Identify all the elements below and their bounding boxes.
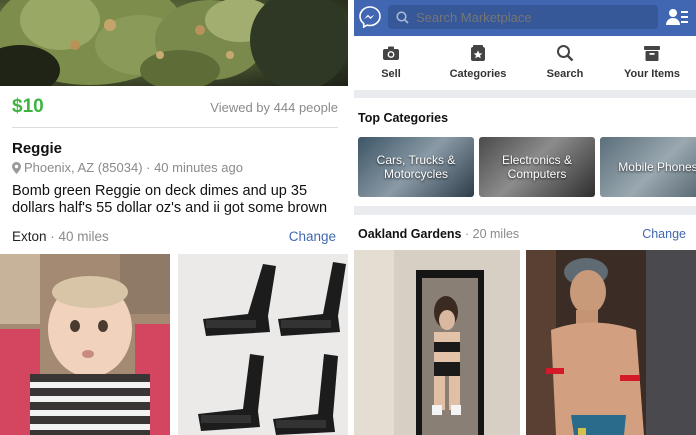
- listing-price: $10: [12, 96, 44, 117]
- nearby-location: Exton · 40 miles: [12, 229, 109, 244]
- categories-label: Categories: [449, 68, 507, 80]
- nearby-location-name: Oakland Gardens: [358, 227, 462, 241]
- category-cars-label: Cars, Trucks & Motorcycles: [376, 153, 456, 181]
- listing-hero-photo[interactable]: [0, 0, 348, 86]
- messenger-icon[interactable]: [359, 6, 381, 28]
- top-bar: [354, 0, 696, 36]
- search-input[interactable]: [416, 9, 646, 25]
- listing-panel: $10 Viewed by 444 people Reggie Phoenix,…: [0, 0, 348, 435]
- top-categories-title: Top Categories: [358, 111, 449, 125]
- screenshot-root: $10 Viewed by 444 people Reggie Phoenix,…: [0, 0, 696, 435]
- man-photo: [526, 250, 696, 435]
- listing-title: Reggie: [12, 140, 63, 157]
- section-gap: [354, 206, 696, 215]
- change-location-link[interactable]: Change: [642, 227, 686, 241]
- categories-button[interactable]: Categories: [438, 44, 518, 80]
- view-count: Viewed by 444 people: [210, 100, 338, 115]
- location-pin-icon: [12, 161, 21, 174]
- section-gap: [354, 90, 696, 98]
- bud-photo: [0, 0, 348, 86]
- baby-photo: [0, 254, 170, 435]
- sell-label: Sell: [381, 68, 401, 80]
- your-items-label: Your Items: [623, 68, 681, 80]
- nearby-location: Oakland Gardens · 20 miles: [358, 227, 519, 241]
- box-icon: [644, 46, 660, 61]
- listing-description: Bomb green Reggie on deck dimes and up 3…: [12, 183, 328, 216]
- category-electronics[interactable]: Electronics & Computers: [479, 137, 595, 197]
- category-cars[interactable]: Cars, Trucks & Motorcycles: [358, 137, 474, 197]
- action-bar: Sell Categories Search Your Items: [354, 36, 696, 90]
- profile-menu-icon[interactable]: [666, 7, 688, 27]
- listing-thumbnail-guns[interactable]: [178, 254, 348, 435]
- listing-thumbnail-mirror[interactable]: [354, 250, 520, 435]
- marketplace-panel: Sell Categories Search: [354, 0, 696, 435]
- divider: [12, 127, 338, 128]
- category-mobile-phones[interactable]: Mobile Phones: [600, 137, 696, 197]
- location-text: Phoenix, AZ (85034) · 40 minutes ago: [24, 160, 243, 175]
- search-button[interactable]: Search: [525, 44, 605, 80]
- price-row: $10 Viewed by 444 people: [12, 96, 338, 118]
- sell-button[interactable]: Sell: [354, 44, 431, 80]
- nearby-location-name: Exton: [12, 229, 47, 244]
- nearby-location-row: Exton · 40 miles Change: [0, 222, 348, 252]
- nearby-location-row: Oakland Gardens · 20 miles Change: [354, 222, 696, 246]
- listing-thumbnail-baby[interactable]: [0, 254, 170, 435]
- your-items-button[interactable]: Your Items: [612, 44, 692, 80]
- search-icon: [396, 10, 409, 24]
- listing-thumbnail-man[interactable]: [526, 250, 696, 435]
- search-label: Search: [546, 68, 584, 80]
- camera-icon: [383, 46, 399, 60]
- category-mobile-label: Mobile Phones: [618, 160, 696, 174]
- magnifier-icon: [557, 45, 574, 62]
- guns-photo: [178, 254, 348, 435]
- nearby-distance: · 20 miles: [465, 227, 520, 241]
- change-location-link[interactable]: Change: [289, 229, 336, 244]
- categories-icon: [471, 45, 485, 61]
- search-bar[interactable]: [388, 5, 658, 29]
- listing-location: Phoenix, AZ (85034) · 40 minutes ago: [12, 160, 243, 175]
- mirror-photo: [354, 250, 520, 435]
- nearby-distance: · 40 miles: [50, 229, 109, 244]
- category-electronics-label: Electronics & Computers: [501, 153, 573, 181]
